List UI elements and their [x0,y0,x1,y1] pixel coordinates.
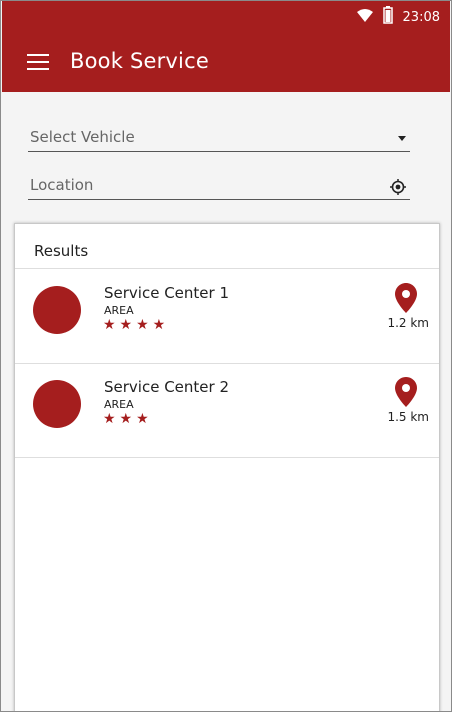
service-center-area: AREA [104,304,134,317]
select-vehicle-dropdown[interactable]: Select Vehicle [28,125,410,152]
distance-label: 1.5 km [387,410,429,424]
results-panel: Results Service Center 1 AREA ★★★★ 1.2 k… [14,223,440,711]
list-item[interactable]: Service Center 2 AREA ★★★ 1.5 km [15,363,439,458]
distance-label: 1.2 km [387,316,429,330]
map-pin-icon[interactable] [395,283,417,313]
service-center-name: Service Center 1 [104,284,230,302]
locate-icon[interactable] [390,179,406,199]
select-vehicle-label: Select Vehicle [30,128,135,146]
avatar [33,286,81,334]
booking-form: Select Vehicle Location [2,92,450,222]
page-title: Book Service [70,49,209,73]
service-center-area: AREA [104,398,134,411]
wifi-icon [356,8,373,26]
phone-frame: 23:08 Book Service Select Vehicle Locati… [0,0,452,712]
map-pin-icon[interactable] [395,377,417,407]
list-item[interactable]: Service Center 1 AREA ★★★★ 1.2 km [15,269,439,364]
service-center-name: Service Center 2 [104,378,230,396]
rating-stars: ★★★★ [103,317,170,333]
rating-stars: ★★★ [103,411,153,427]
dropdown-caret-icon [398,130,406,141]
battery-icon [382,6,393,28]
avatar [33,380,81,428]
location-label: Location [30,176,94,194]
location-input[interactable]: Location [28,173,410,200]
status-bar: 23:08 [356,6,440,28]
menu-icon[interactable] [27,54,49,72]
app-bar: 23:08 Book Service [2,1,450,92]
status-time: 23:08 [402,9,440,25]
results-title: Results [34,242,89,260]
